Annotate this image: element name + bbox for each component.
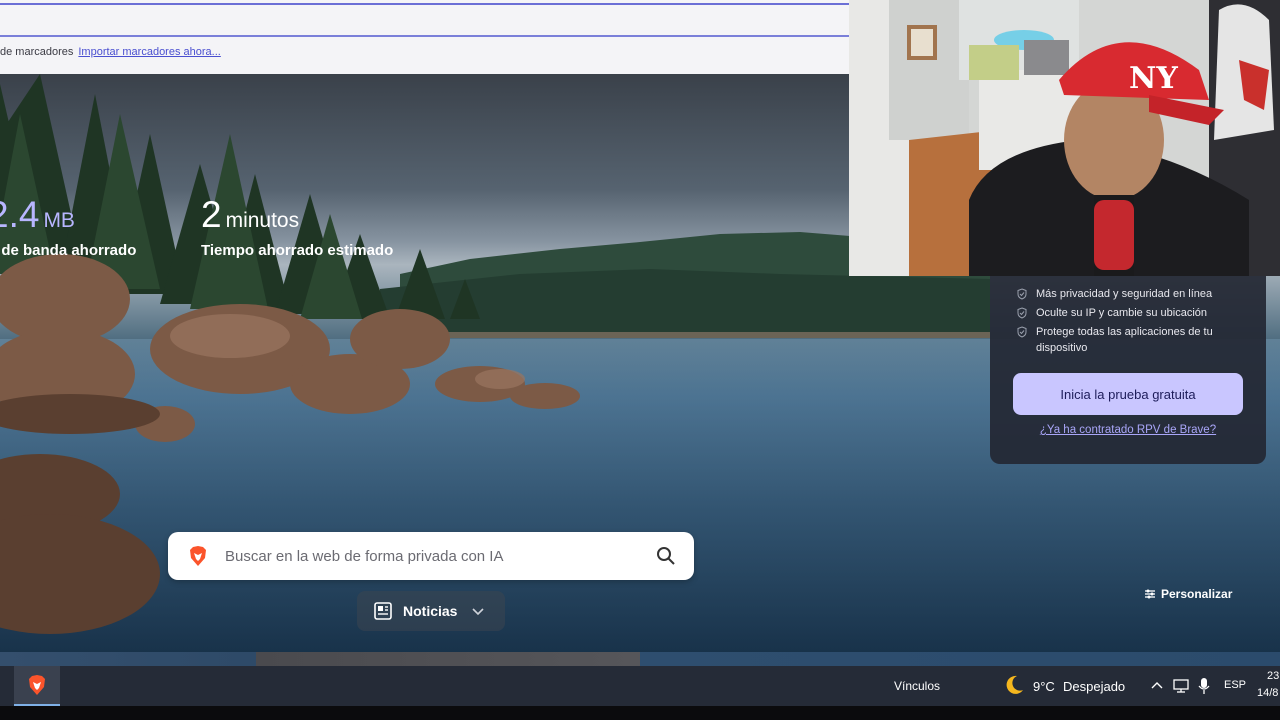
time-label: Tiempo ahorrado estimado bbox=[201, 242, 394, 259]
list-item: Protege todas las aplicaciones de tu dis… bbox=[1016, 324, 1256, 356]
clock-date[interactable]: 14/8 bbox=[1257, 687, 1278, 699]
start-trial-button[interactable]: Inicia la prueba gratuita bbox=[1013, 373, 1243, 415]
search-input[interactable] bbox=[225, 547, 656, 565]
screen-bottom-bar bbox=[0, 706, 1280, 720]
svg-text:NY: NY bbox=[1129, 61, 1178, 96]
import-bookmarks-link[interactable]: Importar marcadores ahora... bbox=[78, 46, 220, 58]
customize-button[interactable]: Personalizar bbox=[1144, 587, 1232, 601]
shield-check-icon bbox=[1017, 326, 1027, 338]
network-icon[interactable] bbox=[1173, 679, 1189, 693]
toolbar-line bbox=[0, 35, 850, 37]
window-bottom-strip bbox=[0, 652, 1280, 666]
list-item: Oculte su IP y cambie su ubicación bbox=[1016, 305, 1256, 321]
clock-time[interactable]: 23 bbox=[1267, 670, 1279, 682]
list-item: Más privacidad y seguridad en línea bbox=[1016, 286, 1256, 302]
webcam-overlay: NY bbox=[849, 0, 1280, 276]
shield-check-icon bbox=[1017, 307, 1027, 319]
customize-label: Personalizar bbox=[1161, 587, 1233, 601]
browser-chrome: de marcadores Importar marcadores ahora..… bbox=[0, 0, 850, 74]
shield-check-icon bbox=[1017, 288, 1027, 300]
bandwidth-saved-stat: 2.4MB o de banda ahorrado bbox=[0, 194, 136, 259]
newspaper-icon bbox=[374, 602, 392, 620]
sliders-icon bbox=[1145, 589, 1155, 599]
brave-lion-icon bbox=[190, 546, 206, 566]
vpn-promo-panel: Más privacidad y seguridad en línea Ocul… bbox=[990, 262, 1266, 464]
taskbar-brave-button[interactable] bbox=[14, 666, 60, 706]
time-saved-stat: 2 minutos Tiempo ahorrado estimado bbox=[201, 194, 393, 259]
vpn-feature-list: Más privacidad y seguridad en línea Ocul… bbox=[1016, 286, 1256, 359]
news-button[interactable]: Noticias bbox=[357, 591, 505, 631]
bandwidth-label: o de banda ahorrado bbox=[0, 242, 137, 259]
bookmarks-bar-text: de marcadores bbox=[0, 46, 74, 58]
windows-taskbar: Vínculos 9°C Despejado ESP 23 14/8 bbox=[0, 666, 1280, 706]
moon-icon bbox=[1006, 675, 1023, 694]
brave-lion-icon bbox=[29, 675, 45, 695]
bookmarks-bar: de marcadores Importar marcadores ahora..… bbox=[0, 46, 221, 58]
webcam-video: NY bbox=[849, 0, 1280, 276]
chevron-down-icon bbox=[472, 608, 485, 616]
weather-temperature[interactable]: 9°C bbox=[1033, 679, 1055, 694]
weather-condition[interactable]: Despejado bbox=[1063, 679, 1125, 694]
microphone-icon[interactable] bbox=[1198, 678, 1210, 694]
time-value: 2 bbox=[201, 194, 222, 235]
taskbar-links[interactable]: Vínculos bbox=[894, 679, 940, 693]
bandwidth-value: 2.4 bbox=[0, 194, 40, 235]
bandwidth-unit: MB bbox=[43, 209, 75, 232]
news-label: Noticias bbox=[403, 603, 458, 619]
time-unit: minutos bbox=[225, 209, 300, 232]
search-box[interactable] bbox=[168, 532, 694, 580]
chevron-up-icon[interactable] bbox=[1151, 680, 1163, 692]
magnifier-icon[interactable] bbox=[656, 546, 676, 566]
language-indicator[interactable]: ESP bbox=[1224, 679, 1246, 691]
already-subscribed-link[interactable]: ¿Ya ha contratado RPV de Brave? bbox=[990, 424, 1266, 436]
tab-strip-line bbox=[0, 3, 850, 5]
